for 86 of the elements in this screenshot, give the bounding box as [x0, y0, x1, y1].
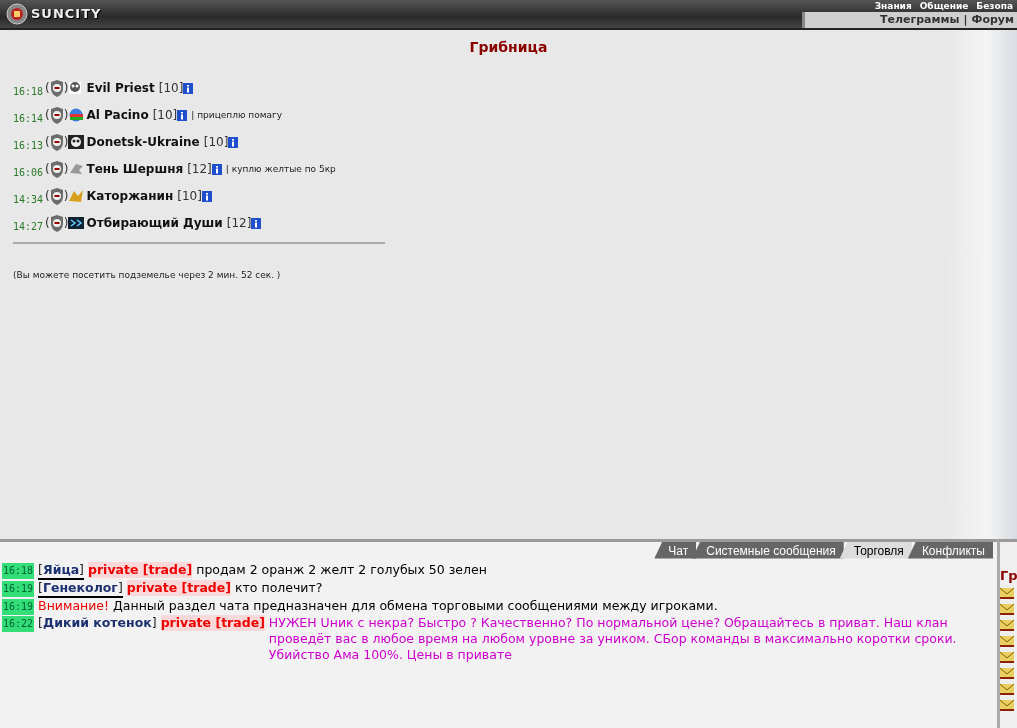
notice-text: (Вы можете посетить подземелье через 2 мин. 52 сек. )	[13, 269, 282, 280]
chat-tab[interactable]: Торговля	[839, 541, 912, 559]
time-label: 16:18	[2, 562, 35, 579]
info-icon[interactable]	[251, 217, 262, 229]
player-level: [12]	[226, 216, 252, 231]
user-name[interactable]: [Дикий котенок]	[38, 614, 157, 631]
chat-tab[interactable]: Чат	[654, 541, 697, 559]
info-icon[interactable]	[228, 136, 239, 148]
parenthesis: (	[45, 189, 50, 204]
header-link[interactable]: Форум	[971, 13, 1014, 27]
player-name[interactable]: Отбирающий Души	[86, 216, 223, 231]
time-label: 14:27	[13, 220, 44, 232]
shield-icon[interactable]	[49, 160, 64, 178]
parenthesis: (	[45, 108, 50, 123]
mail-icon[interactable]	[1000, 634, 1014, 647]
time-label: 16:06	[13, 166, 44, 178]
clan-emblem-icon	[68, 188, 85, 205]
parenthesis: )	[63, 162, 69, 177]
clan-emblem-icon	[68, 107, 85, 124]
player-name[interactable]: Al Pacino	[86, 108, 149, 123]
shield-icon[interactable]	[49, 214, 64, 232]
trade-tag: private [trade]	[160, 614, 265, 631]
info-icon[interactable]	[177, 109, 188, 121]
mail-icon[interactable]	[1000, 666, 1014, 679]
time-label: 14:34	[13, 193, 44, 205]
trade-tag: private [trade]	[126, 579, 231, 596]
parenthesis: )	[63, 108, 69, 123]
player-name[interactable]: Evil Priest	[86, 81, 155, 96]
header-link[interactable]: Телеграммы	[880, 13, 960, 27]
warning-label: Внимание!	[38, 597, 110, 614]
room-title: Грибница	[469, 38, 548, 55]
emblem-icon	[6, 2, 28, 25]
clan-emblem-icon	[68, 215, 85, 232]
shield-icon[interactable]	[49, 106, 64, 124]
player-level: [10]	[152, 108, 178, 123]
chat-tab[interactable]: Системные сообщения	[692, 541, 844, 559]
info-icon[interactable]	[211, 163, 222, 175]
menu-item[interactable]: Безопа	[976, 0, 1013, 12]
info-icon[interactable]	[183, 82, 194, 94]
mail-icon[interactable]	[1000, 650, 1014, 663]
time-label: 16:13	[13, 139, 44, 151]
parenthesis: )	[63, 216, 69, 231]
parenthesis: )	[63, 81, 69, 96]
player-name[interactable]: Donetsk-Ukraine	[86, 135, 200, 150]
message-text: Данный раздел чата предназначен для обмена торговыми сообщениями между игроками.	[113, 597, 719, 614]
user-name[interactable]: [Яйца]	[38, 561, 84, 580]
player-level: [10]	[177, 189, 202, 204]
shield-icon[interactable]	[49, 187, 64, 205]
time-label: 16:19	[2, 580, 35, 597]
panel-title: Гр	[1000, 567, 1017, 583]
parenthesis: (	[45, 162, 50, 177]
separator: |	[963, 13, 968, 27]
shield-icon[interactable]	[49, 133, 64, 151]
player-name[interactable]: Тень Шершня	[86, 162, 184, 177]
menu-item[interactable]: Знания	[874, 0, 912, 12]
parenthesis: (	[45, 135, 50, 150]
parenthesis: (	[45, 81, 50, 96]
info-icon[interactable]	[201, 190, 212, 202]
player-note: | прицеплю помагу	[191, 110, 283, 121]
mail-icon[interactable]	[1000, 618, 1014, 631]
mail-icon[interactable]	[1000, 682, 1014, 695]
message-text: НУЖЕН Uник с некра? Быстро ? Качественно? По нормальной цене? Обращайтесь в приват. Наш клан проведёт вас в любое время на любом уровне за уником. СБор команды в максимально коротки сроки. Убийство Ама 100%. Цены в привате	[268, 614, 958, 663]
mail-icon[interactable]	[1000, 602, 1014, 615]
user-name[interactable]: [Генеколог]	[38, 579, 123, 598]
shield-icon[interactable]	[49, 79, 64, 97]
parenthesis: (	[45, 216, 50, 231]
menu-item[interactable]: Общение	[919, 0, 969, 12]
mail-icon[interactable]	[1000, 586, 1014, 599]
trade-tag: private [trade]	[88, 561, 193, 578]
player-note: | куплю желтые по 5кр	[225, 164, 336, 175]
time-label: 16:14	[13, 112, 44, 124]
player-level: [10]	[203, 135, 229, 150]
message-text: кто полечит?	[235, 579, 324, 596]
parenthesis: )	[63, 135, 69, 150]
logo-text[interactable]: SUNCITY	[31, 6, 102, 22]
parenthesis: )	[63, 189, 69, 204]
time-label: 16:19	[2, 598, 35, 615]
time-label: 16:18	[13, 85, 44, 97]
time-label: 16:22	[2, 615, 35, 632]
chat-tab[interactable]: Конфликты	[907, 541, 993, 559]
player-name[interactable]: Каторжанин	[86, 189, 174, 204]
player-level: [10]	[158, 81, 184, 96]
clan-emblem-icon	[68, 134, 85, 151]
player-level: [12]	[187, 162, 212, 177]
message-text: продам 2 оранж 2 желт 2 голубых 50 зелен	[196, 561, 488, 578]
mail-icon[interactable]	[1000, 698, 1014, 711]
